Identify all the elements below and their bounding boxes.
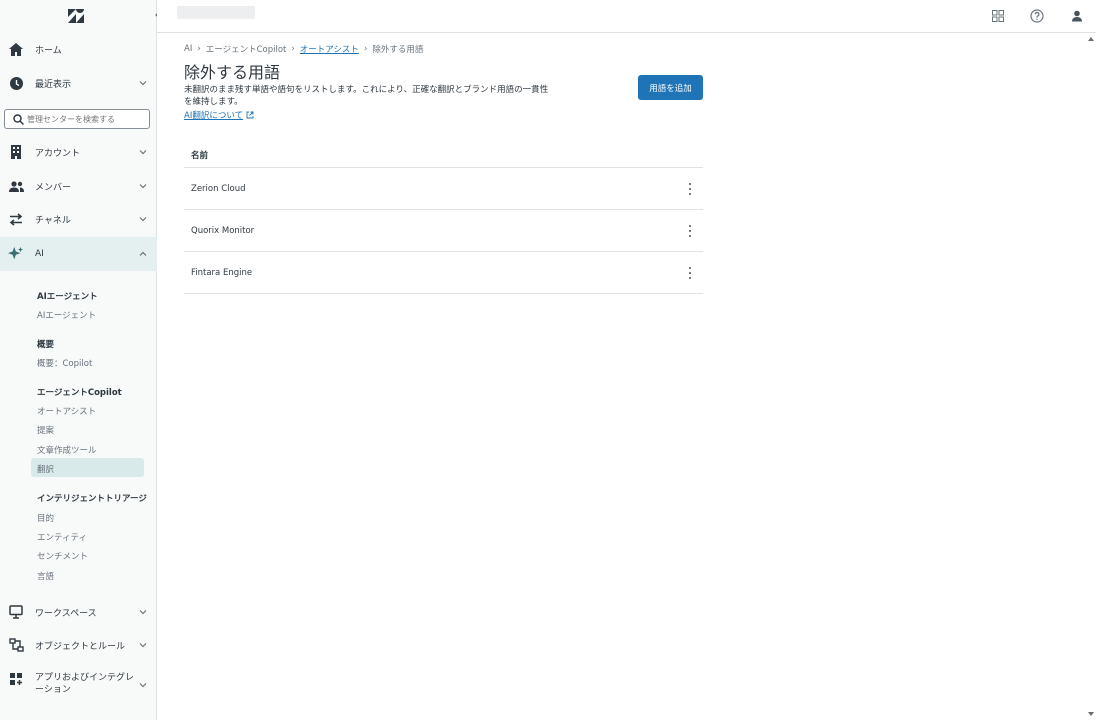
row-options-icon[interactable] [687, 225, 693, 237]
sidebar-item-recent[interactable]: 最近表示 [0, 66, 157, 100]
chevron-down-icon [139, 184, 147, 189]
sidebar-item-home[interactable]: ホーム [0, 32, 157, 66]
arrows-icon [8, 211, 24, 227]
page-title: 除外する用語 [184, 63, 281, 82]
sub-item-entity[interactable]: エンティティ [37, 531, 87, 543]
chevron-down-icon [139, 81, 147, 86]
breadcrumb-separator-icon: › [197, 44, 201, 54]
table-row[interactable]: Fintara Engine [184, 252, 703, 294]
sub-heading-agent-copilot: エージェントCopilot [37, 388, 122, 398]
term-name: Zerion Cloud [191, 183, 246, 194]
sub-item-language[interactable]: 言語 [37, 570, 54, 582]
breadcrumb-item-current: 除外する用語 [372, 45, 424, 55]
term-name: Fintara Engine [191, 267, 253, 278]
search-input[interactable] [27, 114, 147, 124]
clock-icon [8, 75, 24, 91]
sidebar: ホーム 最近表示 アカウント メンバー チャネル [0, 0, 157, 720]
monitor-icon [8, 604, 24, 620]
sub-heading-ai-agent: AIエージェント [37, 292, 98, 302]
external-link-icon [246, 111, 254, 119]
sidebar-item-members[interactable]: メンバー [0, 169, 157, 203]
sidebar-item-label: アカウント [35, 148, 81, 159]
chevron-down-icon [139, 610, 147, 615]
scroll-up-arrow-icon[interactable] [1088, 36, 1094, 42]
sidebar-item-label: オブジェクトとルール [35, 641, 126, 652]
sidebar-item-label: ワークスペース [35, 608, 97, 619]
sub-item-translation[interactable]: 翻訳 [37, 463, 54, 475]
sparkle-icon [8, 246, 24, 262]
row-options-icon[interactable] [687, 183, 693, 195]
sidebar-item-workspaces[interactable]: ワークスペース [0, 595, 157, 629]
chevron-down-icon [139, 217, 147, 222]
scroll-down-arrow-icon[interactable] [1088, 711, 1094, 717]
page-description: 未翻訳のまま残す単語や語句をリストします。これにより、正確な翻訳とブランド用語の… [184, 85, 549, 107]
breadcrumb: AI › エージェントCopilot › オートアシスト › 除外する用語 [184, 43, 423, 55]
breadcrumb-separator-icon: › [291, 44, 295, 54]
sidebar-item-label: メンバー [35, 182, 72, 193]
apps-icon [8, 671, 24, 687]
sidebar-item-channels[interactable]: チャネル [0, 202, 157, 236]
admin-search-field[interactable] [4, 109, 150, 129]
table-row[interactable]: Zerion Cloud [184, 168, 703, 210]
home-icon [8, 41, 24, 57]
sub-item-auto-assist[interactable]: オートアシスト [37, 405, 96, 417]
sidebar-item-label: ホーム [35, 45, 62, 56]
breadcrumb-item-agent-copilot[interactable]: エージェントCopilot [206, 43, 287, 55]
breadcrumb-item-ai[interactable]: AI [184, 44, 192, 54]
sidebar-item-label: 最近表示 [35, 79, 72, 90]
sub-item-overview-copilot[interactable]: 概要：Copilot [37, 357, 92, 369]
learn-link-label: AI翻訳について [184, 111, 244, 121]
column-header-name: 名前 [184, 142, 703, 168]
sub-item-suggestions[interactable]: 提案 [37, 424, 54, 436]
people-icon [8, 178, 24, 194]
help-icon[interactable] [1029, 8, 1045, 24]
breadcrumb-link-auto-assist[interactable]: オートアシスト [300, 43, 359, 55]
row-options-icon[interactable] [687, 267, 693, 279]
add-term-button[interactable]: 用語を追加 [638, 75, 703, 100]
ai-translation-learn-link[interactable]: AI翻訳について [184, 109, 254, 121]
sub-item-sentiment[interactable]: センチメント [37, 550, 88, 562]
sidebar-item-apps-integrations[interactable]: アプリおよびインテグレーション [0, 664, 157, 704]
chevron-down-icon [139, 683, 147, 688]
top-header [157, 0, 1096, 33]
sidebar-item-label: チャネル [35, 215, 71, 226]
term-name: Quorix Monitor [191, 225, 255, 236]
sub-heading-intelligent-triage: インテリジェントトリアージ [37, 494, 147, 504]
chevron-down-icon [139, 643, 147, 648]
chevron-up-icon [139, 251, 147, 256]
table-row[interactable]: Quorix Monitor [184, 210, 703, 252]
sidebar-item-objects-rules[interactable]: オブジェクトとルール [0, 628, 157, 662]
sub-item-writing-tools[interactable]: 文章作成ツール [37, 444, 97, 456]
products-grid-icon[interactable] [990, 8, 1006, 24]
zendesk-logo-icon[interactable] [67, 8, 85, 24]
sub-heading-overview: 概要 [37, 340, 55, 350]
building-icon [8, 144, 24, 160]
main-scrollbar[interactable] [1086, 33, 1096, 720]
sidebar-item-label: アプリおよびインテグレーション [35, 673, 135, 695]
account-name-redacted [177, 6, 255, 19]
chevron-down-icon [139, 150, 147, 155]
sidebar-item-account[interactable]: アカウント [0, 135, 157, 169]
excluded-terms-table: 名前 Zerion Cloud Quorix Monitor Fintara E… [184, 142, 703, 294]
search-icon [13, 114, 24, 125]
objects-rules-icon [8, 637, 24, 653]
breadcrumb-separator-icon: › [363, 44, 368, 54]
sidebar-item-ai[interactable]: AI [0, 237, 157, 271]
sub-item-intent[interactable]: 目的 [37, 512, 54, 524]
user-profile-icon[interactable] [1069, 8, 1085, 24]
sidebar-item-label: AI [35, 249, 44, 259]
sub-item-ai-agent[interactable]: AIエージェント [37, 309, 96, 321]
